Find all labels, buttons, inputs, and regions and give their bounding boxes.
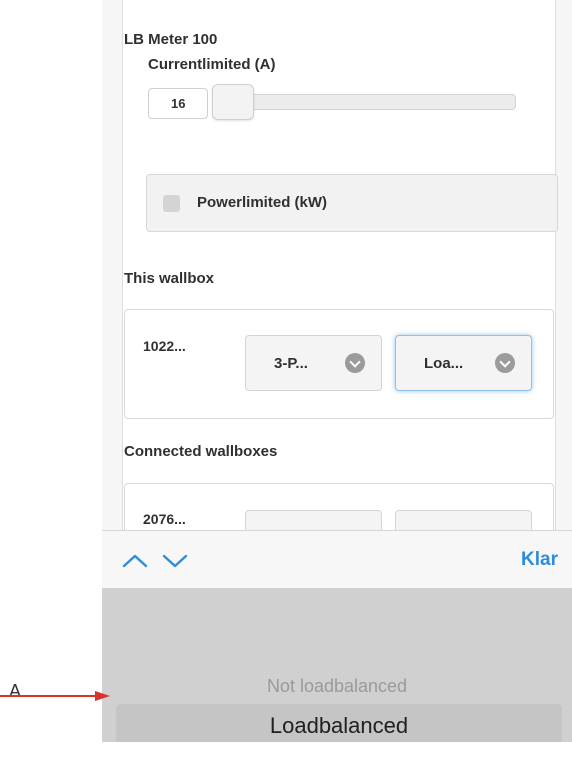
loadbalance-select[interactable]: Loa... bbox=[395, 335, 532, 391]
previous-button[interactable] bbox=[118, 549, 152, 573]
connected-wallboxes-title: Connected wallboxes bbox=[124, 443, 278, 460]
loadbalance-select-value: Loa... bbox=[424, 355, 464, 372]
chevron-down-icon bbox=[162, 554, 188, 568]
current-limit-slider-handle[interactable] bbox=[212, 84, 254, 120]
phase-select-value: 3-P... bbox=[274, 355, 308, 372]
annotation-arrow-icon bbox=[0, 690, 110, 702]
power-limit-checkbox[interactable] bbox=[163, 195, 180, 212]
current-limit-input[interactable]: 16 bbox=[148, 88, 208, 119]
this-wallbox-title: This wallbox bbox=[124, 270, 215, 287]
power-limit-option[interactable]: Powerlimited (kW) bbox=[146, 174, 558, 232]
picker-wheel[interactable]: Not loadbalanced Loadbalanced bbox=[102, 588, 572, 742]
connected-wallbox-id: 2076... bbox=[143, 511, 186, 527]
chevron-up-icon bbox=[122, 554, 148, 568]
done-button[interactable]: Klar bbox=[521, 549, 558, 571]
this-wallbox-card: 1022... 3-P... Loa... bbox=[124, 309, 554, 419]
picker-selected-row[interactable]: Loadbalanced bbox=[116, 704, 562, 742]
next-button[interactable] bbox=[158, 549, 192, 573]
picker-option-loadbalanced[interactable]: Loadbalanced bbox=[116, 713, 562, 739]
chevron-down-icon bbox=[345, 353, 365, 373]
current-limit-label: Currentlimited (A) bbox=[148, 56, 276, 73]
this-wallbox-id: 1022... bbox=[143, 338, 186, 354]
current-limit-slider-track[interactable] bbox=[214, 94, 516, 110]
phase-select[interactable]: 3-P... bbox=[245, 335, 382, 391]
picker-option-not-loadbalanced[interactable]: Not loadbalanced bbox=[102, 676, 572, 697]
meter-title: LB Meter 100 bbox=[124, 31, 218, 48]
phone-screen: LB Meter 100 Currentlimited (A) 16 Power… bbox=[102, 0, 572, 742]
power-limit-label: Powerlimited (kW) bbox=[197, 194, 328, 211]
chevron-down-icon bbox=[495, 353, 515, 373]
picker-toolbar: Klar bbox=[102, 530, 572, 588]
